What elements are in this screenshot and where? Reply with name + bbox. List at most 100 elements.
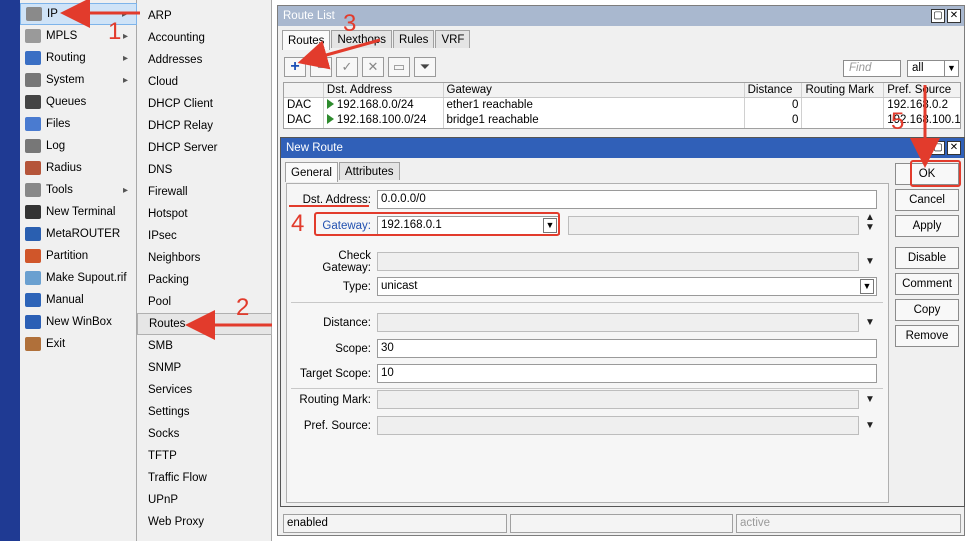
new-route-titlebar[interactable]: New Route ▢ ✕ <box>281 138 964 158</box>
submenu-item-snmp[interactable]: SNMP <box>137 357 272 379</box>
submenu-item-dns[interactable]: DNS <box>137 159 272 181</box>
submenu-item-packing[interactable]: Packing <box>137 269 272 291</box>
tab-general[interactable]: General <box>285 162 338 182</box>
menu-item-log[interactable]: Log <box>20 135 137 157</box>
chevron-down-icon[interactable]: ▼ <box>944 61 958 76</box>
submenu-item-services[interactable]: Services <box>137 379 272 401</box>
gateway-extra-input[interactable] <box>568 216 859 235</box>
submenu-item-socks[interactable]: Socks <box>137 423 272 445</box>
menu-item-label: MetaROUTER <box>46 228 121 240</box>
route-list-titlebar[interactable]: Route List ▢ ✕ <box>278 6 964 26</box>
cancel-button[interactable]: Cancel <box>895 189 959 211</box>
menu-item-metarouter[interactable]: MetaROUTER <box>20 223 137 245</box>
submenu-item-tftp[interactable]: TFTP <box>137 445 272 467</box>
menu-item-make-supout-rif[interactable]: Make Supout.rif <box>20 267 137 289</box>
menu-item-radius[interactable]: Radius <box>20 157 137 179</box>
table-row[interactable]: DAC 192.168.100.0/24 bridge1 reachable 0… <box>284 113 960 128</box>
submenu-item-routes[interactable]: Routes <box>137 313 272 335</box>
column-header[interactable]: Distance <box>745 83 803 97</box>
submenu-item-dhcp-server[interactable]: DHCP Server <box>137 137 272 159</box>
type-select[interactable]: unicast <box>377 277 877 296</box>
submenu-item-hotspot[interactable]: Hotspot <box>137 203 272 225</box>
manual-icon <box>25 293 41 307</box>
column-header[interactable]: Dst. Address <box>324 83 444 97</box>
menu-item-partition[interactable]: Partition <box>20 245 137 267</box>
submenu-item-ipsec[interactable]: IPsec <box>137 225 272 247</box>
close-icon[interactable]: ✕ <box>947 9 961 23</box>
menu-item-label: New Terminal <box>46 206 116 218</box>
filter-icon[interactable]: ⏷ <box>414 57 436 77</box>
distance-input[interactable] <box>377 313 859 332</box>
submenu-item-traffic-flow[interactable]: Traffic Flow <box>137 467 272 489</box>
disable-x-icon[interactable]: ✕ <box>362 57 384 77</box>
menu-item-label: Tools <box>46 184 73 196</box>
tab-rules[interactable]: Rules <box>393 30 435 48</box>
tab-routes[interactable]: Routes <box>282 30 331 50</box>
add-icon[interactable]: + <box>284 57 306 77</box>
chevron-down-icon[interactable]: ▼ <box>864 256 876 268</box>
copy-button[interactable]: Copy <box>895 299 959 321</box>
column-header[interactable]: Pref. Source <box>884 83 960 97</box>
annotation-4: 4 <box>291 210 305 237</box>
menu-item-exit[interactable]: Exit <box>20 333 137 355</box>
target-scope-input[interactable]: 10 <box>377 364 877 383</box>
submenu-item-dhcp-relay[interactable]: DHCP Relay <box>137 115 272 137</box>
submenu-item-cloud[interactable]: Cloud <box>137 71 272 93</box>
tab-attributes[interactable]: Attributes <box>338 162 400 180</box>
menu-item-routing[interactable]: Routing ▸ <box>20 47 137 69</box>
dst-address-input[interactable]: 0.0.0.0/0 <box>377 190 877 209</box>
submenu-item-web-proxy[interactable]: Web Proxy <box>137 511 272 533</box>
tab-vrf[interactable]: VRF <box>435 30 471 48</box>
menu-item-manual[interactable]: Manual <box>20 289 137 311</box>
submenu-item-neighbors[interactable]: Neighbors <box>137 247 272 269</box>
distance-row: Distance: <box>287 313 375 332</box>
maximize-icon[interactable]: ▢ <box>931 9 945 23</box>
submenu-item-settings[interactable]: Settings <box>137 401 272 423</box>
column-header[interactable] <box>284 83 324 97</box>
close-icon[interactable]: ✕ <box>947 141 961 155</box>
down-arrow-icon[interactable]: ▼ <box>864 222 876 234</box>
scope-input[interactable]: 30 <box>377 339 877 358</box>
maximize-icon[interactable]: ▢ <box>931 141 945 155</box>
comment-button[interactable]: Comment <box>895 273 959 295</box>
filter-select[interactable]: all ▼ <box>907 60 959 77</box>
tab-nexthops[interactable]: Nexthops <box>331 30 393 48</box>
type-dropdown-icon[interactable]: ▼ <box>860 279 874 294</box>
chevron-down-icon[interactable]: ▼ <box>864 317 876 329</box>
menu-item-system[interactable]: System ▸ <box>20 69 137 91</box>
apply-button[interactable]: Apply <box>895 215 959 237</box>
menu-item-tools[interactable]: Tools ▸ <box>20 179 137 201</box>
table-row[interactable]: DAC 192.168.0.0/24 ether1 reachable 0 19… <box>284 98 960 113</box>
new-route-dialog: New Route ▢ ✕ General Attributes Dst. Ad… <box>280 137 965 507</box>
submenu-item-firewall[interactable]: Firewall <box>137 181 272 203</box>
menu-item-files[interactable]: Files <box>20 113 137 135</box>
find-input[interactable]: Find <box>843 60 901 77</box>
submenu-item-upnp[interactable]: UPnP <box>137 489 272 511</box>
column-header[interactable]: Gateway <box>444 83 745 97</box>
submenu-item-accounting[interactable]: Accounting <box>137 27 272 49</box>
routing-mark-row: Routing Mark: <box>287 390 375 409</box>
disable-button[interactable]: Disable <box>895 247 959 269</box>
check-gateway-select[interactable] <box>377 252 859 271</box>
menu-item-new-terminal[interactable]: New Terminal <box>20 201 137 223</box>
comment-icon[interactable]: ▭ <box>388 57 410 77</box>
enable-check-icon[interactable]: ✓ <box>336 57 358 77</box>
separator <box>291 302 883 303</box>
chevron-down-icon[interactable]: ▼ <box>864 420 876 432</box>
remove-icon[interactable]: − <box>310 57 332 77</box>
routing-mark-cell <box>802 98 885 113</box>
routing-mark-select[interactable] <box>377 390 859 409</box>
submenu-item-addresses[interactable]: Addresses <box>137 49 272 71</box>
submenu-item-smb[interactable]: SMB <box>137 335 272 357</box>
column-header[interactable]: Routing Mark <box>802 83 885 97</box>
target-scope-row: Target Scope: <box>287 364 375 383</box>
chevron-right-icon: ▸ <box>122 8 128 20</box>
pref-source-select[interactable] <box>377 416 859 435</box>
submenu-item-dhcp-client[interactable]: DHCP Client <box>137 93 272 115</box>
chevron-down-icon[interactable]: ▼ <box>864 394 876 406</box>
menu-item-queues[interactable]: Queues <box>20 91 137 113</box>
menu-item-new-winbox[interactable]: New WinBox <box>20 311 137 333</box>
submenu-item-arp[interactable]: ARP <box>137 5 272 27</box>
remove-button[interactable]: Remove <box>895 325 959 347</box>
submenu-item-pool[interactable]: Pool <box>137 291 272 313</box>
